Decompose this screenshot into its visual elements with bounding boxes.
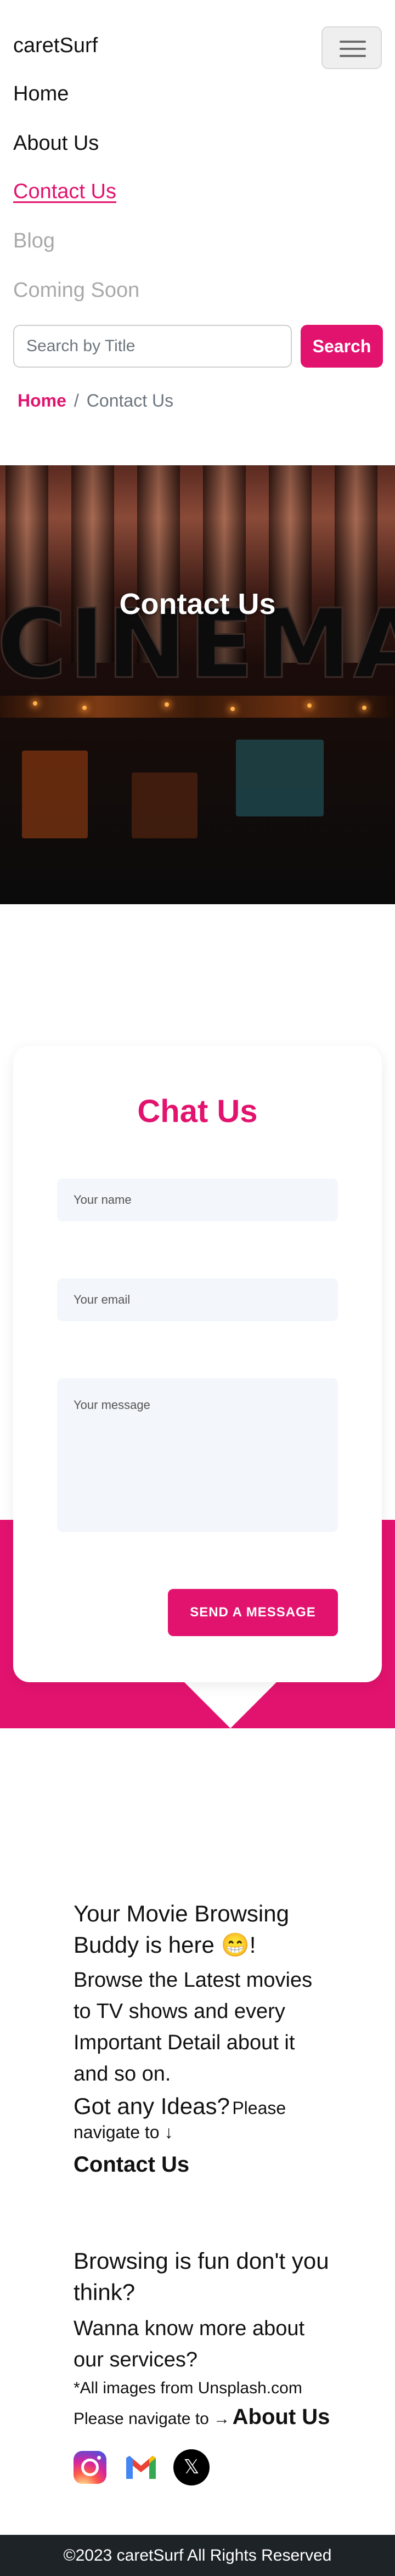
- hero-bulb: [33, 701, 37, 706]
- breadcrumb-separator: /: [74, 391, 79, 410]
- gmail-icon-svg: [126, 2456, 156, 2479]
- copyright-bar: ©2023 caretSurf All Rights Reserved: [0, 2535, 395, 2576]
- instagram-lens: [81, 2459, 99, 2476]
- nav-link-blog[interactable]: Blog: [13, 229, 55, 253]
- hamburger-line: [340, 48, 366, 50]
- info-section: Your Movie Browsing Buddy is here 😁! Bro…: [74, 1898, 331, 2177]
- menu-toggle-button[interactable]: [321, 26, 382, 69]
- hero-bulb: [82, 706, 87, 710]
- brand-logo[interactable]: caretSurf: [13, 34, 98, 58]
- about-nav-text: Please navigate to →: [74, 2409, 230, 2428]
- instagram-dot: [97, 2456, 101, 2460]
- footer-about-link[interactable]: About Us: [233, 2405, 330, 2429]
- send-message-button[interactable]: SEND A MESSAGE: [168, 1589, 338, 1636]
- ideas-label: Got any Ideas?: [74, 2093, 230, 2120]
- hero-banner: CINEMA Contact Us: [0, 465, 395, 904]
- image-credit: *All images from Unsplash.com: [74, 2379, 302, 2398]
- hero-window-glow: [236, 740, 324, 816]
- navbar: caretSurf Home About Us Contact Us Blog …: [0, 0, 395, 384]
- info-description: Browse the Latest movies to TV shows and…: [74, 1969, 313, 2086]
- hero-bulb: [362, 706, 366, 710]
- gmail-icon[interactable]: [123, 2449, 159, 2485]
- hero-bulb: [230, 707, 235, 711]
- instagram-icon[interactable]: [74, 2451, 106, 2484]
- hamburger-line: [340, 55, 366, 57]
- nav-link-home[interactable]: Home: [13, 82, 69, 106]
- footer-contact-link[interactable]: Contact Us: [74, 2152, 189, 2177]
- message-field[interactable]: [57, 1378, 338, 1532]
- chat-title: Chat Us: [137, 1093, 258, 1129]
- info-heading-fun: Browsing is fun don't you think?: [74, 2248, 329, 2305]
- breadcrumb-current: Contact Us: [86, 391, 174, 410]
- info-services-text: Wanna know more about our services?: [74, 2317, 305, 2372]
- name-field[interactable]: [57, 1179, 338, 1221]
- hero-bulb: [307, 703, 312, 708]
- hero-window-glow: [22, 751, 88, 838]
- chat-form: Chat Us SEND A MESSAGE: [13, 1046, 382, 1682]
- x-icon[interactable]: 𝕏: [173, 2449, 210, 2485]
- nav-link-coming-soon[interactable]: Coming Soon: [13, 279, 139, 302]
- email-field[interactable]: [57, 1278, 338, 1321]
- hamburger-line: [340, 41, 366, 43]
- hero-bulb: [165, 702, 169, 707]
- info-heading-buddy: Your Movie Browsing Buddy is here 😁!: [74, 1901, 289, 1958]
- breadcrumb: Home / Contact Us: [18, 391, 173, 411]
- nav-link-contact[interactable]: Contact Us: [13, 180, 116, 204]
- hero-window-glow: [132, 773, 198, 838]
- breadcrumb-home-link[interactable]: Home: [18, 391, 66, 410]
- search-input[interactable]: [13, 325, 292, 368]
- nav-link-about[interactable]: About Us: [13, 132, 99, 155]
- page-title: Contact Us: [119, 588, 276, 621]
- search-button[interactable]: Search: [301, 325, 383, 368]
- info-section-2: Browsing is fun don't you think? Wanna k…: [74, 2246, 331, 2432]
